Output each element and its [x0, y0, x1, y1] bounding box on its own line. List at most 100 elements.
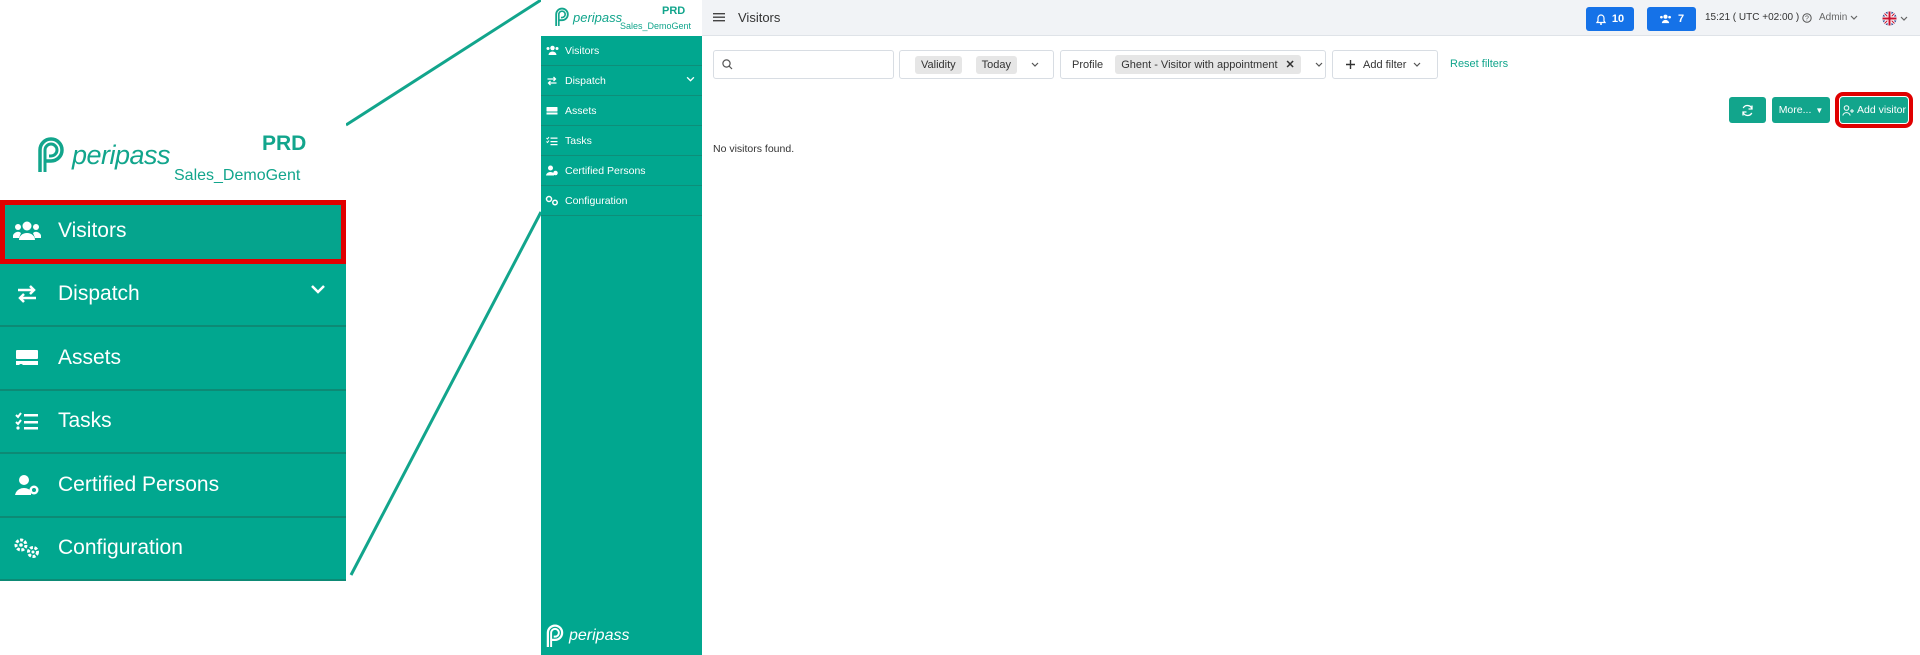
truck-icon [544, 105, 560, 117]
uk-flag-icon [1882, 11, 1897, 26]
plus-icon [1346, 60, 1355, 69]
sidebar-logo-text: peripass [573, 9, 623, 25]
chevron-down-icon[interactable] [686, 76, 695, 82]
zoom-menu-item-tasks[interactable]: Tasks [0, 390, 346, 454]
zoom-logo-text: peripass [72, 139, 171, 170]
chevron-down-icon [1315, 62, 1323, 67]
user-cert-icon [544, 165, 560, 177]
sidebar-item-certified-persons[interactable]: Certified Persons [541, 156, 702, 186]
sidebar-item-label: Certified Persons [565, 164, 646, 177]
sidebar-item-label: Tasks [565, 134, 592, 147]
zoom-menu-item-assets[interactable]: Assets [0, 327, 346, 391]
add-visitor-label: Add visitor [1856, 104, 1907, 116]
search-input[interactable] [739, 58, 889, 71]
users-icon [1659, 14, 1671, 24]
sidebar-tenant-label: Sales_DemoGent [620, 21, 692, 31]
tasks-icon [12, 409, 42, 433]
refresh-button[interactable] [1729, 97, 1766, 123]
sidebar-item-configuration[interactable]: Configuration [541, 186, 702, 216]
hamburger-menu-icon[interactable] [713, 11, 725, 23]
sidebar-item-dispatch[interactable]: Dispatch [541, 66, 702, 96]
cogs-icon [12, 536, 42, 560]
sidebar-footer-logo-text: peripass [569, 627, 630, 644]
user-menu[interactable]: Admin [1819, 12, 1858, 23]
visitors-count-button[interactable]: 7 [1647, 7, 1696, 31]
chevron-down-icon [1413, 62, 1421, 67]
chevron-down-icon [1900, 16, 1908, 21]
empty-state-message: No visitors found. [713, 143, 795, 155]
sidebar-item-label: Assets [565, 104, 597, 117]
sidebar-item-tasks[interactable]: Tasks [541, 126, 702, 156]
sidebar-footer-logo: peripass [544, 623, 629, 649]
sidebar-item-assets[interactable]: Assets [541, 96, 702, 126]
cogs-icon [544, 195, 560, 207]
zoom-menu-label-configuration: Configuration [58, 536, 183, 560]
profile-filter[interactable]: Profile Ghent - Visitor with appointment… [1060, 50, 1326, 79]
peripass-logo-icon [555, 7, 569, 26]
validity-filter[interactable]: Validity Today [899, 50, 1054, 79]
chevron-down-icon [1031, 62, 1039, 67]
zoom-menu-label-certified-persons: Certified Persons [58, 472, 220, 496]
users-icon [544, 45, 560, 57]
timezone-display: 15:21 ( UTC +02:00 ) ? [1705, 12, 1812, 23]
refresh-icon [1742, 104, 1753, 116]
sidebar-item-visitors[interactable]: Visitors [541, 36, 702, 66]
chevron-down-icon [1850, 15, 1858, 20]
notifications-button[interactable]: 10 [1586, 7, 1634, 31]
zoom-tenant-label: Sales_DemoGent [174, 167, 301, 184]
zoom-menu-label-dispatch: Dispatch [58, 282, 140, 306]
caret-down-icon: ▼ [1815, 105, 1824, 115]
zoom-menu-item-visitors[interactable]: Visitors [0, 200, 346, 264]
zoom-brand: peripass PRD Sales_DemoGent [0, 120, 346, 200]
page-title: Visitors [738, 10, 781, 25]
peripass-logo-icon [38, 137, 64, 172]
transfer-icon [12, 282, 42, 306]
add-filter-label: Add filter [1363, 58, 1407, 71]
more-button-label: More... [1778, 104, 1812, 116]
zoom-menu-label-tasks: Tasks [58, 409, 112, 433]
zoom-menu-item-certified-persons[interactable]: Certified Persons [0, 454, 346, 518]
svg-text:?: ? [1805, 15, 1809, 22]
users-icon [12, 219, 42, 243]
validity-filter-value: Today [975, 55, 1018, 74]
sidebar-logo[interactable]: peripass [553, 6, 622, 28]
add-visitor-button[interactable]: Add visitor [1835, 92, 1913, 128]
user-cert-icon [12, 473, 42, 497]
sidebar-brand: peripass PRD Sales_DemoGent [541, 0, 702, 36]
chevron-down-icon[interactable] [310, 284, 326, 294]
more-button[interactable]: More... ▼ [1772, 97, 1830, 123]
notifications-count: 10 [1611, 13, 1625, 25]
tasks-icon [544, 135, 560, 147]
sidebar-item-label: Dispatch [565, 74, 606, 87]
reset-filters-link[interactable]: Reset filters [1450, 58, 1508, 70]
zoomed-sidebar-callout: peripass PRD Sales_DemoGent Visitors Dis… [0, 120, 346, 581]
peripass-logo-icon [546, 624, 564, 647]
transfer-icon [544, 75, 560, 87]
zoom-menu-label-assets: Assets [58, 345, 122, 369]
add-filter-button[interactable]: Add filter [1332, 50, 1438, 79]
zoom-logo: peripass [34, 136, 171, 174]
sidebar-env-label: PRD [662, 5, 686, 17]
language-selector[interactable] [1882, 11, 1908, 26]
user-plus-icon [1842, 104, 1854, 116]
zoom-menu-item-configuration[interactable]: Configuration [0, 517, 346, 581]
zoom-menu: Visitors Dispatch Assets Tasks Certified… [0, 200, 346, 581]
validity-filter-label: Validity [915, 55, 962, 74]
search-box[interactable] [713, 50, 894, 79]
sidebar-item-label: Visitors [565, 44, 600, 57]
zoom-menu-label-visitors: Visitors [58, 218, 127, 242]
zoom-menu-item-dispatch[interactable]: Dispatch [0, 263, 346, 327]
sidebar: peripass PRD Sales_DemoGent Visitors Dis… [541, 0, 702, 655]
visitors-count: 7 [1677, 13, 1685, 25]
sidebar-item-label: Configuration [565, 194, 628, 207]
zoom-env-label: PRD [262, 132, 307, 155]
profile-filter-tag: Ghent - Visitor with appointment ✕ [1115, 55, 1301, 74]
truck-icon [12, 346, 42, 370]
remove-tag-icon[interactable]: ✕ [1286, 58, 1295, 71]
top-bar: Visitors 10 7 15:21 ( UTC +02:00 ) ? Adm… [702, 0, 1920, 36]
profile-filter-value: Ghent - Visitor with appointment [1121, 58, 1278, 71]
help-icon[interactable]: ? [1802, 12, 1812, 23]
search-icon [722, 59, 733, 70]
bell-icon [1595, 13, 1606, 25]
user-name: Admin [1819, 12, 1848, 23]
